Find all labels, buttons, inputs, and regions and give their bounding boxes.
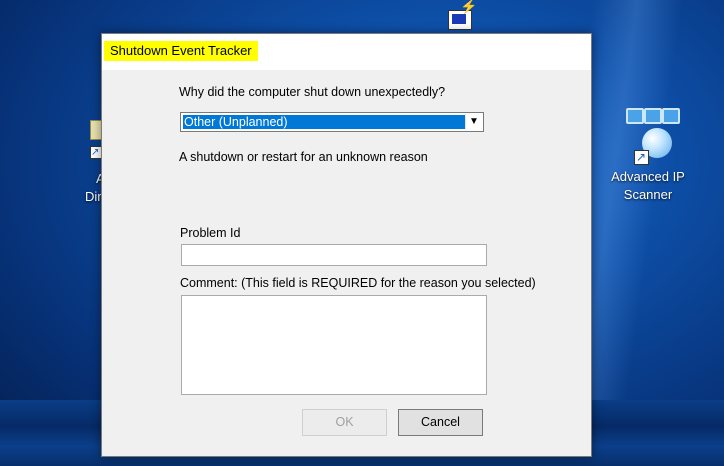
dialog-titlebar[interactable]: Shutdown Event Tracker [102,34,591,70]
shutdown-event-tracker-dialog: Shutdown Event Tracker Why did the compu… [101,33,592,457]
dropdown-arrow-icon[interactable]: ▼ [465,114,482,130]
desktop-icon-label-line2: Scanner [623,187,673,202]
problem-id-label: Problem Id [180,226,241,240]
cancel-button[interactable]: Cancel [398,409,483,436]
dialog-title: Shutdown Event Tracker [104,41,258,61]
ok-button[interactable]: OK [302,409,387,436]
network-bolt-glyph: ⚡ [460,0,478,14]
network-icon[interactable]: ⚡ [446,0,486,30]
reason-description: A shutdown or restart for an unknown rea… [179,150,428,164]
question-label: Why did the computer shut down unexpecte… [179,85,446,99]
desktop-icon-advanced-ip-scanner[interactable]: Advanced IP Scanner [600,106,696,204]
selected-reason: Other (Unplanned) [183,115,466,129]
shortcut-arrow-icon [634,148,649,166]
comment-label: Comment: (This field is REQUIRED for the… [180,276,536,290]
comment-textarea[interactable] [181,295,487,395]
desktop-icon-partial-label-line2: Dir [85,189,102,204]
problem-id-input[interactable] [181,244,487,266]
shutdown-reason-select[interactable]: Other (Unplanned) ▼ [180,112,484,132]
advanced-ip-scanner-icon [618,106,680,168]
desktop-icon-label-line1: Advanced IP [611,169,685,184]
